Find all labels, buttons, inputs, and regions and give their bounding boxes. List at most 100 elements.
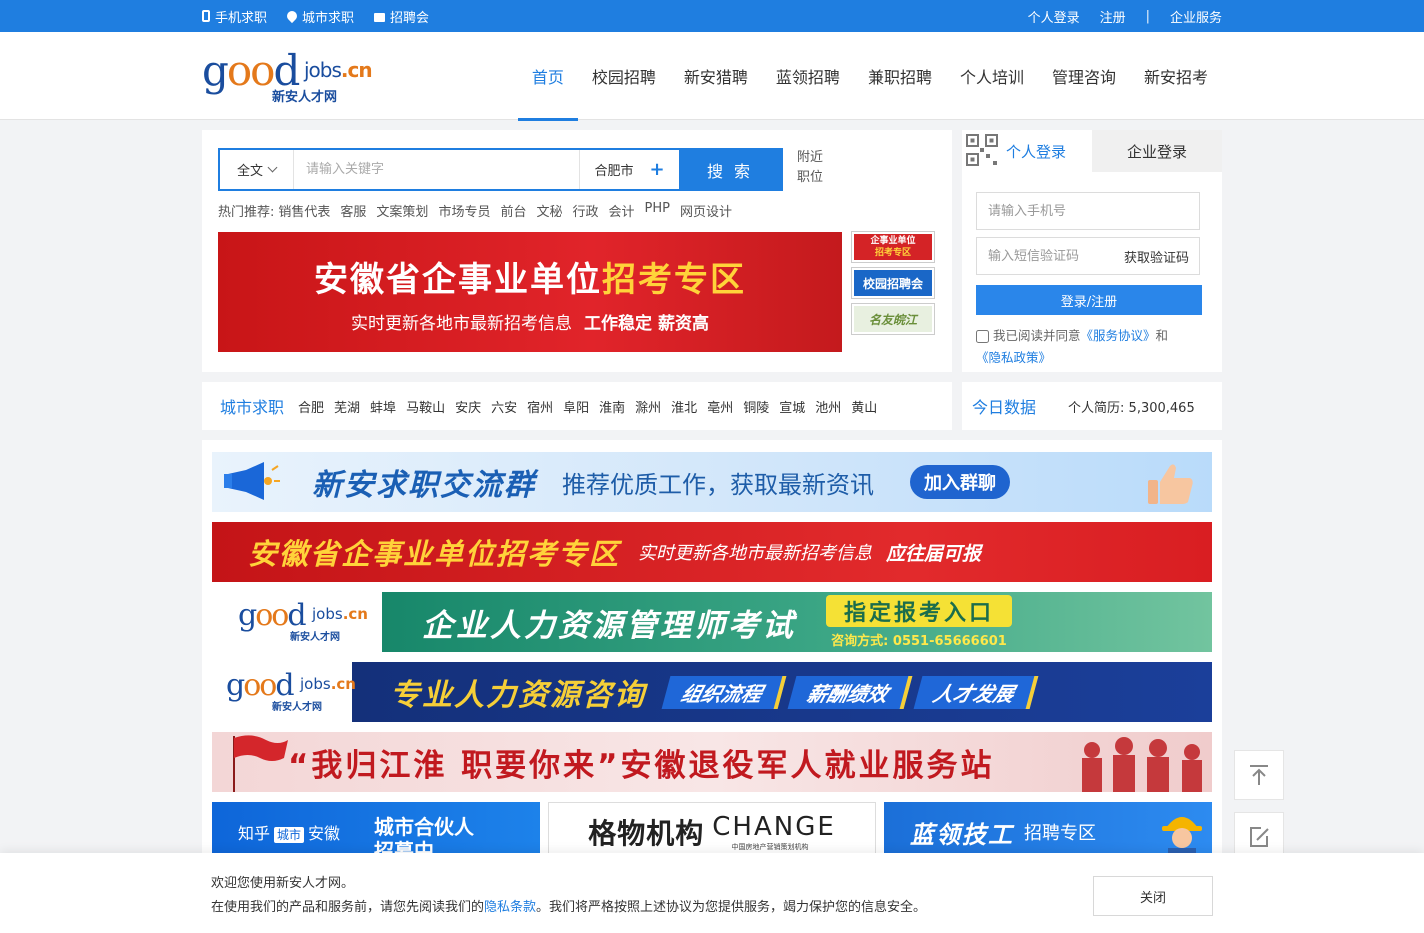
hot-item[interactable]: 网页设计 [680,201,732,220]
sms-code-input[interactable] [977,248,1124,264]
hot-item[interactable]: 会计 [609,201,635,220]
top-bar: 手机求职 城市求职 招聘会 个人登录 注册 | 企业服务 [0,0,1424,32]
close-notice-button[interactable]: 关闭 [1093,876,1213,916]
hot-label: 热门推荐: [218,205,275,220]
nav-bluecollar[interactable]: 蓝领招聘 [762,32,854,120]
city-link[interactable]: 池州 [815,397,841,416]
city-link[interactable]: 黄山 [851,397,877,416]
hot-item[interactable]: 行政 [572,201,598,220]
tab-personal-login[interactable]: 个人登录 [962,130,1092,172]
exam-zone-banner[interactable]: 安徽省企事业单位招考专区 实时更新各地市最新招考信息 工作稳定 薪资高 [218,232,842,352]
hr-exam-title: 企业人力资源管理师考试 [422,607,796,644]
consulting-tag: 薪酬绩效 [787,675,913,709]
hr-exam-entry-button[interactable]: 指定报考入口 [826,595,1013,627]
city-link[interactable]: 铜陵 [743,397,769,416]
hot-item[interactable]: PHP [645,201,670,220]
agree-checkbox[interactable] [976,330,989,343]
hot-item[interactable]: 销售代表 [278,201,330,220]
login-register-button[interactable]: 登录/注册 [976,285,1202,315]
search-button[interactable]: 搜 索 [679,150,781,189]
hr-consulting-banner[interactable]: good jobs.cn 新安人才网 专业人力资源咨询 组织流程 薪酬绩效 人才… [212,662,1212,722]
veteran-service-banner[interactable]: “我归江淮 职要你来”安徽退役军人就业服务站 [212,732,1212,792]
hot-item[interactable]: 客服 [340,201,366,220]
qr-code-icon[interactable] [966,134,998,166]
hot-item[interactable]: 前台 [500,201,526,220]
hr-consulting-title: 专业人力资源咨询 [390,678,646,713]
phone-input[interactable] [976,192,1200,230]
nearby-jobs-link[interactable]: 附近 职位 [797,148,837,191]
mobile-jobs-link[interactable]: 手机求职 [202,7,267,26]
job-group-banner[interactable]: 新安求职交流群 推荐优质工作，获取最新资讯 加入群聊 [212,452,1212,512]
city-jobs-panel: 城市求职 合肥 芜湖 蚌埠 马鞍山 安庆 六安 宿州 阜阳 淮南 滁州 淮北 亳… [202,382,952,430]
mini-logo: good jobs.cn 新安人才网 [226,668,356,713]
city-link[interactable]: 芜湖 [334,397,360,416]
service-agreement-link[interactable]: 《服务协议》 [1081,328,1156,343]
city-link[interactable]: 阜阳 [563,397,589,416]
city-select[interactable]: 合肥市 + [579,150,679,189]
exam-zone-badge[interactable]: 企事业单位 招考专区 [851,231,935,263]
search-box: 全文 合肥市 + 搜 索 [218,148,783,191]
nav-home[interactable]: 首页 [517,32,578,121]
nav-consulting[interactable]: 管理咨询 [1038,32,1130,120]
gewu-change-banner[interactable]: 格物机构 CHANGE 中国房地产营销策划机构 [548,802,876,860]
city-link[interactable]: 亳州 [707,397,733,416]
job-fair-link[interactable]: 招聘会 [374,7,429,26]
worker-helmet-icon [1162,817,1202,858]
exam-wide-sub: 实时更新各地市最新招考信息 [638,543,873,564]
get-code-button[interactable]: 获取验证码 [1124,247,1199,266]
city-link[interactable]: 安庆 [455,397,481,416]
city-link[interactable]: 六安 [491,397,517,416]
privacy-policy-link[interactable]: 《隐私政策》 [976,350,1051,365]
campus-fair-badge[interactable]: 校园招聘会 [851,267,935,299]
city-select-value: 合肥市 [594,164,634,179]
back-to-top-button[interactable] [1234,750,1284,800]
agreement: 我已阅读并同意《服务协议》和 《隐私政策》 [976,325,1208,369]
city-link[interactable]: 合肥 [298,397,324,416]
bluecollar-title: 蓝领技工 [910,820,1014,849]
nav-campus[interactable]: 校园招聘 [578,32,670,120]
city-link[interactable]: 宿州 [527,397,553,416]
exam-zone-banner-wide[interactable]: 安徽省企事业单位招考专区 实时更新各地市最新招考信息 应往届可报 [212,522,1212,582]
job-group-sub: 推荐优质工作，获取最新资讯 [562,470,874,499]
tab-company-login[interactable]: 企业登录 [1092,130,1222,172]
plus-icon: + [649,159,665,180]
agree-and: 和 [1155,328,1169,343]
city-link[interactable]: 滁州 [635,397,661,416]
mini-logo: good jobs.cn 新安人才网 [238,598,368,643]
logo-jobs: jobs.cn [304,58,373,82]
edit-icon [1250,827,1269,847]
city-link[interactable]: 宣城 [779,397,805,416]
city-link[interactable]: 淮南 [599,397,625,416]
register-link[interactable]: 注册 [1100,7,1126,26]
exam-wide-tail: 应往届可报 [886,542,982,565]
nav-parttime[interactable]: 兼职招聘 [854,32,946,120]
city-jobs-title[interactable]: 城市求职 [220,394,284,418]
zhihu-partner-banner[interactable]: 知乎 城市 安徽 城市合伙人 招募中… [212,802,540,860]
city-link[interactable]: 马鞍山 [406,397,445,416]
nav-headhunt[interactable]: 新安猎聘 [670,32,762,120]
bluecollar-zone-banner[interactable]: 蓝领技工 招聘专区 [884,802,1212,860]
privacy-welcome: 欢迎您使用新安人才网。 [211,876,355,891]
login-panel: 个人登录 企业登录 获取验证码 登录/注册 我已阅读并同意《服务协议》和《隐私政… [962,130,1222,372]
wanjiang-badge[interactable]: 名友皖江 [851,303,935,335]
phone-icon [202,10,210,22]
privacy-terms-link[interactable]: 隐私条款 [484,900,536,915]
city-jobs-link[interactable]: 城市求职 [284,7,354,26]
personal-login-link[interactable]: 个人登录 [1028,7,1080,26]
city-link[interactable]: 淮北 [671,397,697,416]
hot-item[interactable]: 文秘 [536,201,562,220]
join-group-button[interactable]: 加入群聊 [910,465,1010,499]
enterprise-service-link[interactable]: 企业服务 [1170,7,1222,26]
keyword-input[interactable] [294,150,579,189]
site-logo[interactable]: good jobs.cn 新安人才网 [202,46,382,106]
nav-exam[interactable]: 新安招考 [1130,32,1222,120]
nearby-label-2: 职位 [797,170,824,185]
bluecollar-sub: 招聘专区 [1024,823,1096,844]
hot-item[interactable]: 文案策划 [376,201,428,220]
hr-exam-banner[interactable]: good jobs.cn 新安人才网 企业人力资源管理师考试 指定报考入口 咨询… [212,592,1212,652]
zhihu-label: 知乎 城市 安徽 [238,824,341,843]
hot-item[interactable]: 市场专员 [438,201,490,220]
search-type-select[interactable]: 全文 [220,150,294,189]
nav-training[interactable]: 个人培训 [946,32,1038,120]
city-link[interactable]: 蚌埠 [370,397,396,416]
